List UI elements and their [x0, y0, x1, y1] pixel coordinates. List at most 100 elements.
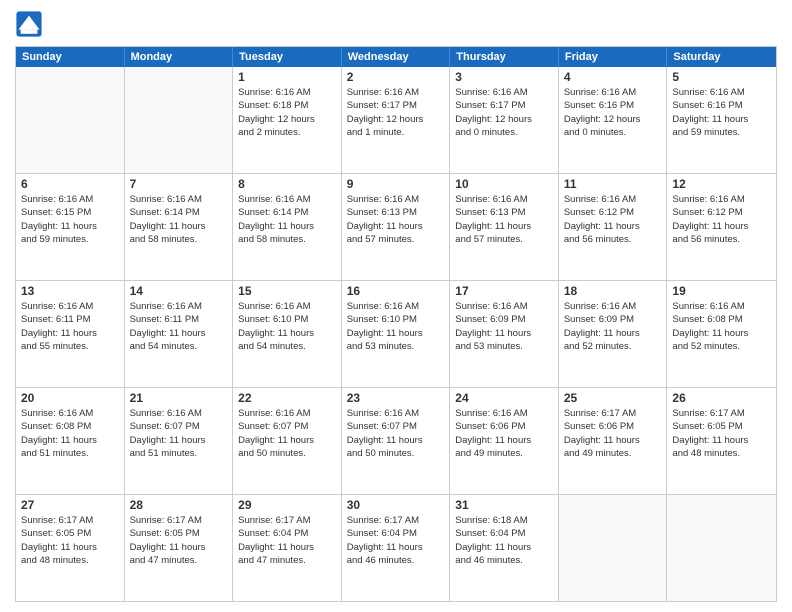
cell-line: and 46 minutes.: [455, 554, 553, 567]
day-number: 11: [564, 177, 662, 191]
cell-line: Daylight: 11 hours: [672, 113, 771, 126]
cell-line: Sunrise: 6:16 AM: [21, 407, 119, 420]
day-cell-13: 13Sunrise: 6:16 AMSunset: 6:11 PMDayligh…: [16, 281, 125, 387]
cell-line: Daylight: 11 hours: [238, 220, 336, 233]
cell-line: Sunset: 6:08 PM: [21, 420, 119, 433]
cell-line: Sunrise: 6:16 AM: [238, 300, 336, 313]
cell-line: Sunset: 6:06 PM: [455, 420, 553, 433]
day-number: 22: [238, 391, 336, 405]
cell-line: Sunset: 6:14 PM: [238, 206, 336, 219]
weekday-header-monday: Monday: [125, 47, 234, 67]
cell-line: and 57 minutes.: [455, 233, 553, 246]
cell-line: Sunrise: 6:16 AM: [130, 193, 228, 206]
day-cell-12: 12Sunrise: 6:16 AMSunset: 6:12 PMDayligh…: [667, 174, 776, 280]
day-number: 15: [238, 284, 336, 298]
cell-line: and 59 minutes.: [21, 233, 119, 246]
cell-line: and 54 minutes.: [238, 340, 336, 353]
day-cell-4: 4Sunrise: 6:16 AMSunset: 6:16 PMDaylight…: [559, 67, 668, 173]
day-number: 10: [455, 177, 553, 191]
day-cell-29: 29Sunrise: 6:17 AMSunset: 6:04 PMDayligh…: [233, 495, 342, 601]
cell-line: and 58 minutes.: [130, 233, 228, 246]
day-cell-8: 8Sunrise: 6:16 AMSunset: 6:14 PMDaylight…: [233, 174, 342, 280]
cell-line: Sunset: 6:12 PM: [672, 206, 771, 219]
empty-cell: [16, 67, 125, 173]
cell-line: Daylight: 11 hours: [347, 434, 445, 447]
cell-line: Daylight: 11 hours: [238, 434, 336, 447]
cell-line: and 49 minutes.: [455, 447, 553, 460]
page: SundayMondayTuesdayWednesdayThursdayFrid…: [0, 0, 792, 612]
cell-line: and 52 minutes.: [672, 340, 771, 353]
day-cell-21: 21Sunrise: 6:16 AMSunset: 6:07 PMDayligh…: [125, 388, 234, 494]
day-number: 4: [564, 70, 662, 84]
cell-line: Sunset: 6:11 PM: [21, 313, 119, 326]
day-cell-18: 18Sunrise: 6:16 AMSunset: 6:09 PMDayligh…: [559, 281, 668, 387]
weekday-header-saturday: Saturday: [667, 47, 776, 67]
cell-line: Sunset: 6:07 PM: [130, 420, 228, 433]
cell-line: Sunset: 6:06 PM: [564, 420, 662, 433]
day-number: 25: [564, 391, 662, 405]
cell-line: Daylight: 11 hours: [347, 541, 445, 554]
cell-line: Sunset: 6:12 PM: [564, 206, 662, 219]
cell-line: Daylight: 11 hours: [130, 327, 228, 340]
day-number: 26: [672, 391, 771, 405]
cell-line: Sunrise: 6:16 AM: [238, 193, 336, 206]
cell-line: Daylight: 11 hours: [238, 541, 336, 554]
day-cell-27: 27Sunrise: 6:17 AMSunset: 6:05 PMDayligh…: [16, 495, 125, 601]
cell-line: and 50 minutes.: [347, 447, 445, 460]
day-number: 31: [455, 498, 553, 512]
day-number: 16: [347, 284, 445, 298]
cell-line: and 58 minutes.: [238, 233, 336, 246]
weekday-header-sunday: Sunday: [16, 47, 125, 67]
cell-line: Sunrise: 6:17 AM: [564, 407, 662, 420]
day-cell-26: 26Sunrise: 6:17 AMSunset: 6:05 PMDayligh…: [667, 388, 776, 494]
cell-line: Sunrise: 6:16 AM: [564, 86, 662, 99]
cell-line: Sunrise: 6:16 AM: [130, 407, 228, 420]
cell-line: Sunset: 6:07 PM: [347, 420, 445, 433]
empty-cell: [125, 67, 234, 173]
cell-line: and 0 minutes.: [564, 126, 662, 139]
cell-line: Sunset: 6:08 PM: [672, 313, 771, 326]
day-number: 12: [672, 177, 771, 191]
day-cell-17: 17Sunrise: 6:16 AMSunset: 6:09 PMDayligh…: [450, 281, 559, 387]
cell-line: Daylight: 11 hours: [672, 327, 771, 340]
cell-line: Sunrise: 6:16 AM: [238, 407, 336, 420]
weekday-header-thursday: Thursday: [450, 47, 559, 67]
calendar-body: 1Sunrise: 6:16 AMSunset: 6:18 PMDaylight…: [16, 67, 776, 601]
cell-line: Sunrise: 6:16 AM: [347, 300, 445, 313]
day-cell-16: 16Sunrise: 6:16 AMSunset: 6:10 PMDayligh…: [342, 281, 451, 387]
day-number: 5: [672, 70, 771, 84]
cell-line: Sunset: 6:07 PM: [238, 420, 336, 433]
cell-line: Sunset: 6:04 PM: [455, 527, 553, 540]
cell-line: Sunrise: 6:16 AM: [455, 300, 553, 313]
day-number: 3: [455, 70, 553, 84]
day-number: 19: [672, 284, 771, 298]
day-number: 20: [21, 391, 119, 405]
cell-line: and 59 minutes.: [672, 126, 771, 139]
day-number: 24: [455, 391, 553, 405]
cell-line: Sunrise: 6:16 AM: [455, 193, 553, 206]
cell-line: Daylight: 12 hours: [455, 113, 553, 126]
weekday-header-tuesday: Tuesday: [233, 47, 342, 67]
week-row-0: 1Sunrise: 6:16 AMSunset: 6:18 PMDaylight…: [16, 67, 776, 173]
cell-line: and 53 minutes.: [455, 340, 553, 353]
empty-cell: [559, 495, 668, 601]
day-cell-7: 7Sunrise: 6:16 AMSunset: 6:14 PMDaylight…: [125, 174, 234, 280]
day-cell-25: 25Sunrise: 6:17 AMSunset: 6:06 PMDayligh…: [559, 388, 668, 494]
cell-line: Sunrise: 6:16 AM: [564, 300, 662, 313]
cell-line: Daylight: 11 hours: [21, 434, 119, 447]
day-cell-9: 9Sunrise: 6:16 AMSunset: 6:13 PMDaylight…: [342, 174, 451, 280]
cell-line: Sunrise: 6:16 AM: [347, 86, 445, 99]
cell-line: Sunset: 6:09 PM: [455, 313, 553, 326]
day-cell-30: 30Sunrise: 6:17 AMSunset: 6:04 PMDayligh…: [342, 495, 451, 601]
day-number: 9: [347, 177, 445, 191]
cell-line: Daylight: 11 hours: [564, 327, 662, 340]
cell-line: and 55 minutes.: [21, 340, 119, 353]
cell-line: and 51 minutes.: [21, 447, 119, 460]
cell-line: Sunset: 6:10 PM: [347, 313, 445, 326]
cell-line: Daylight: 11 hours: [21, 220, 119, 233]
header: [15, 10, 777, 38]
cell-line: Daylight: 11 hours: [238, 327, 336, 340]
cell-line: and 48 minutes.: [21, 554, 119, 567]
day-cell-5: 5Sunrise: 6:16 AMSunset: 6:16 PMDaylight…: [667, 67, 776, 173]
day-number: 1: [238, 70, 336, 84]
